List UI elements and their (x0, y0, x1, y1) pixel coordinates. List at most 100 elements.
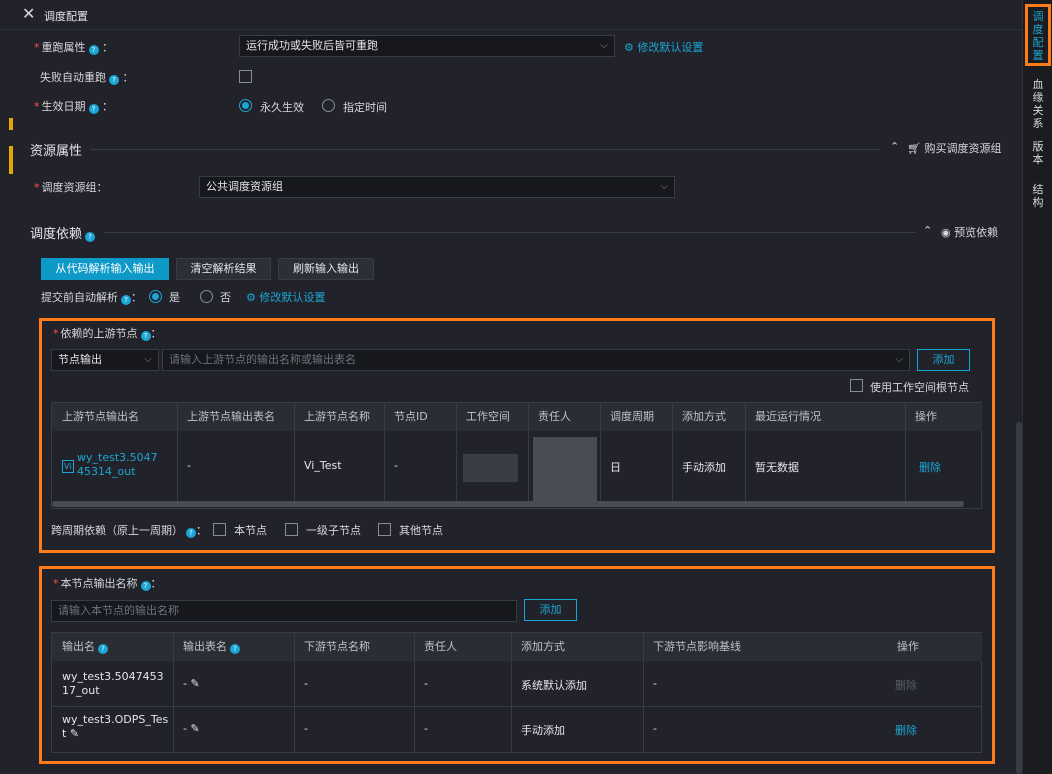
workspace-root-checkbox[interactable] (850, 379, 863, 392)
upstream-node-id: - (394, 459, 398, 472)
cross-self-checkbox[interactable] (213, 523, 226, 536)
column-divider (177, 403, 178, 501)
page-title: 调度配置 (44, 10, 88, 23)
workspace-root-label: 使用工作空间根节点 (870, 381, 969, 394)
column-divider (600, 403, 601, 501)
help-icon[interactable]: ? (98, 644, 108, 654)
auto-parse-yes-radio[interactable] (149, 290, 162, 303)
help-icon[interactable]: ? (186, 528, 196, 538)
collapse-icon[interactable]: ⌃ (890, 140, 899, 153)
edit-icon[interactable]: ✎ (190, 722, 199, 735)
tab-version[interactable]: 版本 (1023, 140, 1052, 166)
buy-resource-link[interactable]: 🛒︎ 购买调度资源组 (907, 140, 1001, 156)
output-name-input[interactable]: 请输入本节点的输出名称 (51, 600, 517, 622)
scheduling-panel: ✕ 调度配置 * 重跑属性? ： 运行成功或失败后皆可重跑 ⌵ ⚙ 修改默认设置 失… (0, 0, 1022, 774)
column-header: 节点ID (384, 403, 456, 431)
help-icon[interactable]: ? (88, 104, 99, 114)
clear-parse-button[interactable]: 清空解析结果 (176, 258, 271, 280)
edit-icon[interactable]: ✎ (70, 727, 79, 740)
table-row[interactable]: Vi wy_test3.504745314_out (52, 451, 177, 479)
tab-lineage[interactable]: 血缘关系 (1023, 78, 1052, 130)
column-header: 上游节点名称 (294, 403, 384, 431)
upstream-label: * 依赖的上游节点?： (53, 327, 162, 341)
cross-cycle-label: 跨周期依赖（原上一周期）?： (51, 524, 207, 538)
upstream-search-input[interactable]: 请输入上游节点的输出名称或输出表名 ⌵ (162, 349, 910, 371)
dependency-section-title: 调度依赖? (30, 223, 96, 242)
baseline: - (653, 722, 657, 735)
permanent-label: 永久生效 (260, 101, 304, 114)
close-icon[interactable]: ✕ (22, 6, 38, 22)
auto-parse-no-label: 否 (220, 291, 231, 304)
cross-other-label: 其他节点 (399, 524, 443, 537)
parse-from-code-button[interactable]: 从代码解析输入输出 (41, 258, 169, 280)
cross-child-label: 一级子节点 (306, 524, 361, 537)
column-header: 输出表名? (173, 633, 294, 661)
column-divider (905, 403, 906, 501)
output-name: wy_test3.ODPS_Test ✎ (62, 713, 169, 740)
auto-parse-yes-label: 是 (169, 291, 180, 304)
delete-output-button[interactable]: 删除 (885, 722, 917, 738)
auto-parse-no-radio[interactable] (200, 290, 213, 303)
auto-rerun-checkbox[interactable] (239, 70, 252, 83)
active-tab-highlight (1025, 4, 1051, 66)
upstream-add-button[interactable]: 添加 (917, 349, 970, 371)
help-icon[interactable]: ? (230, 644, 240, 654)
add-method: 系统默认添加 (521, 679, 587, 692)
upstream-table-name: - (187, 459, 191, 472)
resource-group-select[interactable]: 公共调度资源组 ⌵ (199, 176, 675, 198)
rerun-select[interactable]: 运行成功或失败后皆可重跑 ⌵ (239, 35, 615, 57)
outputs-table: 输出名? 输出表名? 下游节点名称 责任人 添加方式 下游节点影响基线 操作 w… (51, 632, 982, 753)
help-icon[interactable]: ? (85, 232, 96, 242)
permanent-radio[interactable] (239, 99, 252, 112)
specified-time-label: 指定时间 (343, 101, 387, 114)
refresh-io-button[interactable]: 刷新输入输出 (278, 258, 374, 280)
upstream-type-select[interactable]: 节点输出 ⌵ (51, 349, 159, 371)
resource-section-title: 资源属性 (30, 144, 83, 159)
column-divider (745, 403, 746, 501)
help-icon[interactable]: ? (140, 331, 151, 341)
output-table-name: - ✎ (183, 722, 200, 735)
specified-time-radio[interactable] (322, 99, 335, 112)
cart-icon: 🛒︎ (907, 142, 921, 155)
chevron-down-icon: ⌵ (144, 354, 152, 365)
downstream-node-name: - (304, 677, 308, 690)
upstream-node-name: Vi_Test (304, 459, 342, 472)
edge-marker (9, 146, 13, 174)
edit-icon[interactable]: ✎ (190, 677, 199, 690)
recent-run-status: 暂无数据 (755, 461, 799, 474)
collapse-icon[interactable]: ⌃ (923, 224, 932, 237)
add-method: 手动添加 (521, 724, 565, 737)
rerun-modify-link[interactable]: ⚙ 修改默认设置 (624, 39, 703, 55)
cross-child-checkbox[interactable] (285, 523, 298, 536)
owner: - (424, 677, 428, 690)
column-divider (384, 403, 385, 501)
chevron-down-icon: ⌵ (600, 40, 608, 51)
horizontal-scrollbar[interactable] (52, 501, 964, 507)
column-header: 责任人 (414, 633, 511, 661)
upstream-output-name[interactable]: wy_test3.504745314_out (77, 451, 161, 479)
edge-marker (9, 118, 13, 130)
help-icon[interactable]: ? (140, 581, 151, 591)
chevron-down-icon: ⌵ (660, 181, 668, 192)
preview-dependency-link[interactable]: ◉ 预览依赖 (941, 224, 998, 240)
help-icon[interactable]: ? (88, 45, 99, 55)
help-icon[interactable]: ? (121, 295, 131, 305)
rerun-label: * 重跑属性? ： (34, 41, 113, 55)
column-header: 操作 (905, 403, 982, 431)
column-divider (294, 403, 295, 501)
column-header: 工作空间 (456, 403, 528, 431)
tab-structure[interactable]: 结构 (1023, 183, 1052, 209)
auto-parse-label: 提交前自动解析?： (41, 291, 142, 305)
column-header: 操作 (887, 633, 982, 661)
cross-other-checkbox[interactable] (378, 523, 391, 536)
output-add-button[interactable]: 添加 (524, 599, 577, 621)
output-table-name: - ✎ (183, 677, 200, 690)
help-icon[interactable]: ? (109, 75, 119, 85)
delete-upstream-button[interactable]: 删除 (909, 459, 941, 475)
auto-parse-modify-link[interactable]: ⚙ 修改默认设置 (246, 289, 325, 305)
column-divider (528, 403, 529, 501)
node-type-badge: Vi (62, 460, 74, 473)
gear-icon: ⚙ (624, 41, 634, 54)
column-header: 下游节点影响基线 (643, 633, 887, 661)
column-header: 添加方式 (511, 633, 643, 661)
